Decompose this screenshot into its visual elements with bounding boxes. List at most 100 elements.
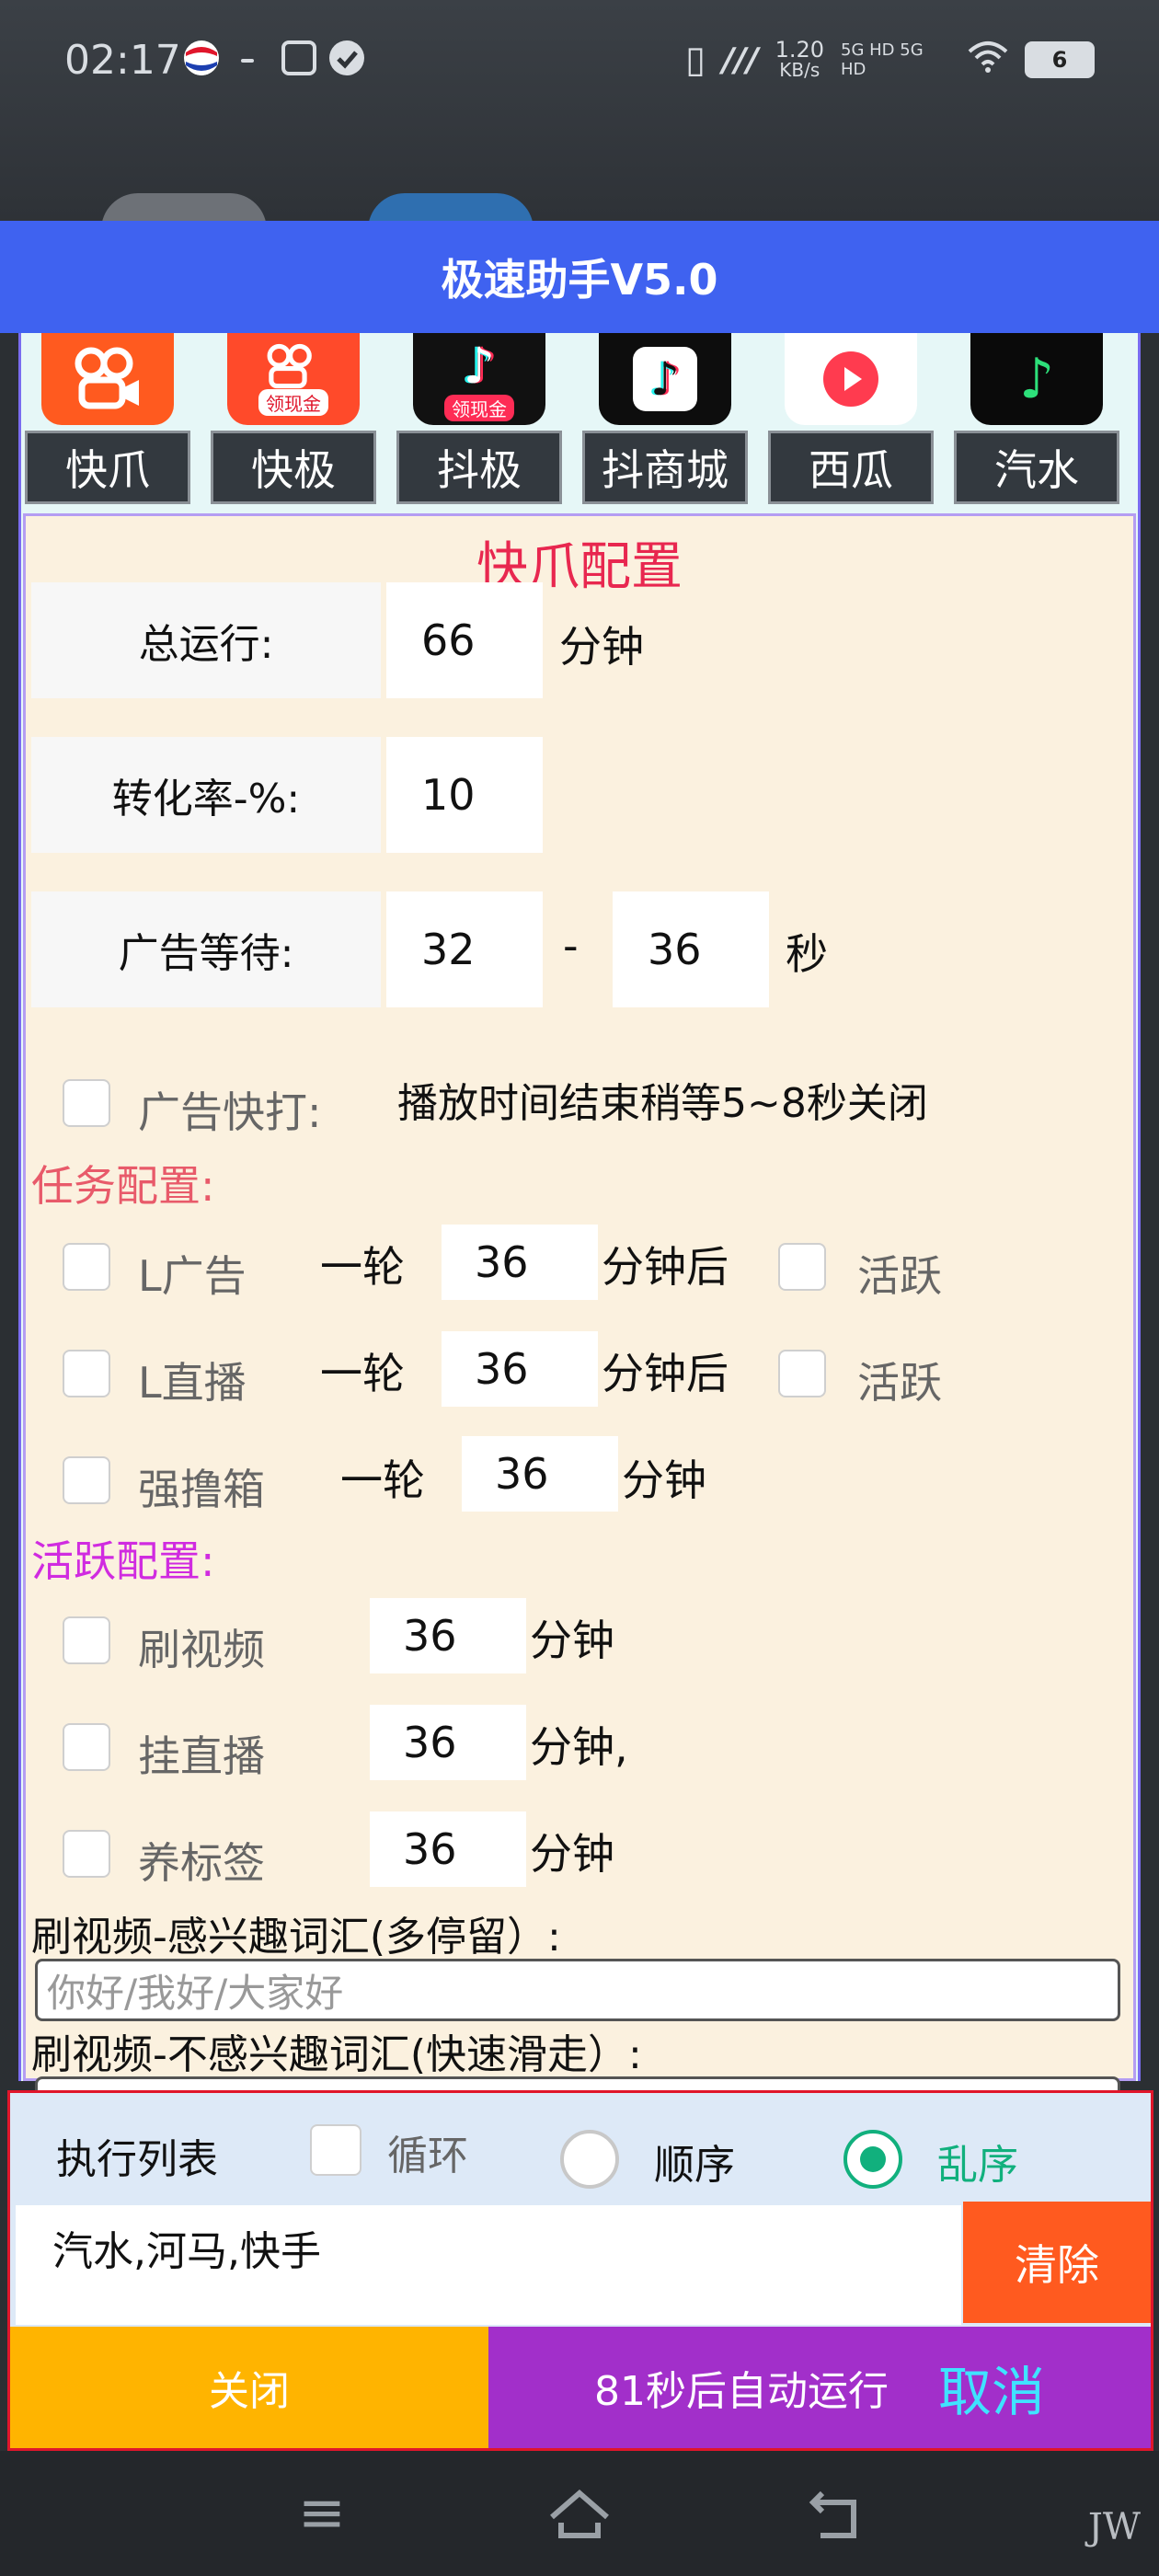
task-box-suffix: 分钟 xyxy=(622,1455,706,1505)
ad-wait-label: 广告等待: xyxy=(31,891,381,1007)
tab-label[interactable]: 汽水 xyxy=(954,431,1119,504)
task-live-input[interactable]: 36 xyxy=(442,1331,598,1407)
active-video-label: 刷视频 xyxy=(138,1625,265,1674)
task-ad-active-label: 活跃 xyxy=(857,1251,942,1301)
ad-quick-checkbox[interactable] xyxy=(63,1079,110,1127)
app-tab-douji[interactable]: ♪ 领现金 xyxy=(396,333,562,425)
like-words-input[interactable]: 你好/我好/大家好 xyxy=(35,1959,1120,2021)
close-button[interactable]: 关闭 xyxy=(10,2327,488,2448)
ad-quick-note: 播放时间结束稍等5~8秒关闭 xyxy=(397,1080,928,1127)
storage-icon xyxy=(281,40,316,75)
app-title-bar: 极速助手V5.0 xyxy=(0,221,1159,333)
app-tab-xigua[interactable] xyxy=(768,333,934,425)
active-section-title: 活跃配置: xyxy=(31,1536,215,1586)
ad-wait-dash: - xyxy=(563,921,579,971)
net-speed: 1.20 KB/s xyxy=(775,37,824,81)
watermark: JW xyxy=(1087,2506,1141,2548)
dislike-words-label: 刷视频-不感兴趣词汇(快速滑走）: xyxy=(31,2031,642,2078)
tab-label[interactable]: 快极 xyxy=(211,431,376,504)
tab-label[interactable]: 快爪 xyxy=(25,431,190,504)
battery-indicator: 6 xyxy=(1025,41,1095,78)
ad-wait-max-input[interactable]: 36 xyxy=(613,891,769,1007)
douyin-lite-icon: ♪ 领现金 xyxy=(413,333,545,425)
task-box-prefix: 一轮 xyxy=(340,1455,425,1505)
random-label: 乱序 xyxy=(937,2142,1018,2189)
order-radio[interactable] xyxy=(560,2130,619,2189)
active-tag-label: 养标签 xyxy=(138,1838,265,1888)
config-panel: 快爪配置 总运行: 66 分钟 转化率-%: 10 广告等待: 32 - 36 … xyxy=(23,513,1136,2113)
conversion-input[interactable]: 10 xyxy=(386,737,543,853)
total-run-input[interactable]: 66 xyxy=(386,582,543,698)
task-ad-checkbox[interactable] xyxy=(63,1243,110,1291)
app-tab-qishui[interactable]: ♪ xyxy=(954,333,1119,425)
active-tag-input[interactable]: 36 xyxy=(370,1811,526,1887)
signal-logo-icon: /// xyxy=(722,40,759,79)
auto-run-countdown: 81秒后自动运行 xyxy=(593,2368,889,2415)
task-section-title: 任务配置: xyxy=(31,1161,215,1211)
task-ad-label: L广告 xyxy=(138,1251,247,1301)
vibrate-icon: ▯ xyxy=(685,39,706,81)
active-video-unit: 分钟 xyxy=(530,1616,614,1665)
task-live-checkbox[interactable] xyxy=(63,1350,110,1397)
cancel-button[interactable]: 取消 xyxy=(938,2349,1045,2426)
total-run-label: 总运行: xyxy=(31,582,381,698)
conversion-label: 转化率-%: xyxy=(31,737,381,853)
task-live-active-label: 活跃 xyxy=(857,1358,942,1408)
loop-checkbox[interactable] xyxy=(310,2124,361,2176)
auto-run-bar: 81秒后自动运行 取消 xyxy=(488,2327,1151,2448)
loop-label: 循环 xyxy=(387,2133,468,2179)
active-live-checkbox[interactable] xyxy=(63,1723,110,1771)
status-bar: 02:17 ▯ /// 1.20 KB/s 5G HD 5G HD 6 xyxy=(0,28,1159,101)
active-live-input[interactable]: 36 xyxy=(370,1705,526,1780)
check-icon xyxy=(329,40,364,75)
xigua-icon xyxy=(785,333,917,425)
exec-list-input[interactable]: 汽水,河马,快手 xyxy=(16,2205,961,2325)
task-box-input[interactable]: 36 xyxy=(462,1436,618,1512)
network-type: 5G HD 5G HD xyxy=(841,40,924,79)
tab-label[interactable]: 抖商城 xyxy=(582,431,748,504)
active-video-input[interactable]: 36 xyxy=(370,1598,526,1673)
app-title: 极速助手V5.0 xyxy=(441,255,718,305)
active-tag-checkbox[interactable] xyxy=(63,1830,110,1878)
main-panel: 领现金 ♪ 领现金 ♪ ♪ 快爪 快极 抖极 抖商城 西瓜 汽水 快爪配置 总运… xyxy=(18,333,1141,2113)
kuaishou-lite-icon: 领现金 xyxy=(227,333,360,425)
kuaishou-icon xyxy=(41,333,174,425)
ad-wait-min-input[interactable]: 32 xyxy=(386,891,543,1007)
exec-header: 执行列表 循环 顺序 乱序 xyxy=(10,2093,1151,2203)
app-tab-doushangcheng[interactable]: ♪ xyxy=(582,333,748,425)
app-tab-kuaizhua[interactable] xyxy=(25,333,190,425)
task-live-label: L直播 xyxy=(138,1358,247,1408)
task-ad-suffix: 分钟后 xyxy=(602,1242,729,1292)
task-live-active-checkbox[interactable] xyxy=(778,1350,826,1397)
status-right: ▯ /// 1.20 KB/s 5G HD 5G HD 6 xyxy=(685,39,1095,81)
exec-title: 执行列表 xyxy=(56,2136,218,2183)
back-icon[interactable] xyxy=(800,2478,874,2552)
tab-label[interactable]: 西瓜 xyxy=(768,431,934,504)
task-box-label: 强撸箱 xyxy=(138,1465,265,1514)
ad-wait-unit: 秒 xyxy=(786,929,828,979)
home-icon[interactable] xyxy=(543,2478,616,2552)
app-tab-kuaiji[interactable]: 领现金 xyxy=(211,333,376,425)
dash-icon xyxy=(241,59,254,63)
menu-icon[interactable]: ≡ xyxy=(285,2478,359,2552)
task-ad-input[interactable]: 36 xyxy=(442,1225,598,1300)
wifi-icon xyxy=(968,40,1008,79)
pepsi-icon xyxy=(184,40,219,75)
clear-button[interactable]: 清除 xyxy=(963,2202,1151,2323)
total-run-unit: 分钟 xyxy=(559,622,644,672)
app-badge: 领现金 xyxy=(444,395,514,421)
active-video-checkbox[interactable] xyxy=(63,1616,110,1664)
order-label: 顺序 xyxy=(654,2142,735,2189)
task-ad-active-checkbox[interactable] xyxy=(778,1243,826,1291)
exec-panel: 执行列表 循环 顺序 乱序 汽水,河马,快手 清除 关闭 81秒后自动运行 取消 xyxy=(7,2090,1153,2451)
active-tag-unit: 分钟 xyxy=(530,1829,614,1879)
task-box-checkbox[interactable] xyxy=(63,1456,110,1504)
task-ad-prefix: 一轮 xyxy=(320,1242,405,1292)
tab-label[interactable]: 抖极 xyxy=(396,431,562,504)
task-live-suffix: 分钟后 xyxy=(602,1349,729,1398)
random-radio[interactable] xyxy=(843,2130,902,2189)
active-live-label: 挂直播 xyxy=(138,1731,265,1781)
navigation-bar: ≡ JW xyxy=(0,2451,1159,2576)
like-words-label: 刷视频-感兴趣词汇(多停留）: xyxy=(31,1914,561,1961)
active-live-unit: 分钟, xyxy=(530,1722,628,1772)
